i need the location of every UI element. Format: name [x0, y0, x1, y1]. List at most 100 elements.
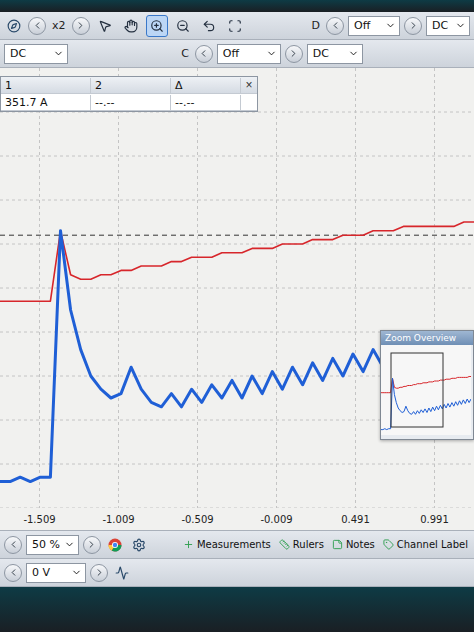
axis-tick: -0.009 [237, 514, 316, 525]
bottom-tab[interactable]: Channel Label [381, 539, 470, 550]
ruler-icon [279, 539, 290, 550]
select-value: Off [223, 47, 239, 60]
overview-trace [381, 378, 471, 429]
right-arrow-button[interactable] [285, 45, 303, 63]
axis-tick: -1.509 [0, 514, 79, 525]
axis-tick: -0.509 [158, 514, 237, 525]
undo-icon [202, 19, 216, 33]
chevron-down-icon [455, 20, 466, 31]
right-arrow-button[interactable] [72, 17, 90, 35]
chevron-left-icon [198, 48, 209, 59]
select-value: DC [432, 19, 448, 32]
select-value: 0 V [32, 566, 50, 579]
left-arrow-button[interactable] [4, 564, 22, 582]
compass-icon [7, 19, 21, 33]
column-header: 1 [1, 78, 91, 93]
zoom-out-icon [176, 19, 190, 33]
range-select[interactable]: Off [217, 44, 281, 64]
left-arrow-button[interactable] [4, 536, 22, 554]
settings-icon [132, 538, 146, 552]
left-arrow-button[interactable] [326, 17, 344, 35]
zoom-factor: x2 [50, 19, 68, 32]
zoom-select[interactable]: 50 % [26, 535, 79, 555]
column-header: 2 [91, 78, 171, 93]
chevron-down-icon [64, 539, 75, 550]
signal-button[interactable] [112, 563, 132, 583]
compass-button[interactable] [4, 16, 24, 36]
coupling-select[interactable]: DC [426, 16, 470, 36]
right-arrow-button[interactable] [404, 17, 422, 35]
monitor-bezel [0, 0, 474, 12]
zoom-fit-tool[interactable] [224, 15, 246, 37]
chevron-left-icon [330, 20, 341, 31]
channel-label: D [310, 19, 322, 32]
coupling-select[interactable]: DC [307, 44, 363, 64]
zoom-window[interactable] [391, 353, 443, 427]
left-arrow-button[interactable] [195, 45, 213, 63]
chevron-left-icon [8, 567, 19, 578]
grid-line [0, 508, 474, 509]
scope-chart[interactable]: 12Δ×351.7 A--.----.-- Zoom Overview [0, 68, 474, 508]
bottom-toolbar: 50 % Measurements Rulers Notes Channel Label [0, 531, 474, 559]
right-arrow-button[interactable] [90, 564, 108, 582]
panel-title: Zoom Overview [381, 331, 473, 345]
monitor-bezel [0, 587, 474, 632]
settings-button[interactable] [129, 535, 149, 555]
plus-icon [183, 539, 194, 550]
axis-tick: -1.009 [79, 514, 158, 525]
axis-tick: 0.991 [395, 514, 474, 525]
zoom-in-tool[interactable] [146, 15, 168, 37]
grid-line [0, 156, 474, 157]
select-value: 50 % [32, 538, 60, 551]
left-arrow-button[interactable] [28, 17, 46, 35]
grid-line [39, 68, 40, 508]
bottom-tab[interactable]: Rulers [277, 539, 326, 550]
chevron-right-icon [288, 48, 299, 59]
browser-button[interactable] [105, 535, 125, 555]
chevron-down-icon [385, 20, 396, 31]
chevron-down-icon [348, 48, 359, 59]
browser-icon [108, 538, 122, 552]
zoom-in-icon [150, 19, 164, 33]
hand-icon [124, 19, 138, 33]
main-toolbar: x2 D Off DC [0, 12, 474, 40]
chevron-left-icon [32, 20, 43, 31]
table-cell: --.-- [171, 95, 241, 110]
table-header: 12Δ× [1, 77, 257, 94]
measurements-table: 12Δ×351.7 A--.----.-- [0, 76, 258, 112]
grid-line [118, 68, 119, 508]
bottom-tab[interactable]: Measurements [181, 539, 273, 550]
tab-label: Channel Label [397, 539, 468, 550]
channel-label: C [179, 47, 191, 60]
offset-select[interactable]: 0 V [26, 563, 86, 583]
grid-line [0, 200, 474, 201]
table-cell: --.-- [91, 95, 171, 110]
overview-chart [381, 345, 471, 435]
chevron-left-icon [8, 539, 19, 550]
zoom-overview-panel[interactable]: Zoom Overview [380, 330, 474, 440]
coupling-select[interactable]: DC [4, 44, 68, 64]
trigger-level-line [0, 235, 474, 236]
status-toolbar: 0 V [0, 559, 474, 587]
bottom-tab[interactable]: Notes [330, 539, 377, 550]
overview-trace [381, 377, 471, 393]
column-header: Δ [171, 78, 241, 93]
hand-tool[interactable] [120, 15, 142, 37]
chevron-right-icon [94, 567, 105, 578]
undo-tool[interactable] [198, 15, 220, 37]
pointer-icon [98, 19, 112, 33]
pointer-tool[interactable] [94, 15, 116, 37]
range-select[interactable]: Off [348, 16, 400, 36]
tab-label: Notes [346, 539, 375, 550]
grid-line [197, 68, 198, 508]
chevron-right-icon [86, 539, 97, 550]
waveform-chart [0, 68, 474, 508]
select-value: DC [313, 47, 329, 60]
zoom-out-tool[interactable] [172, 15, 194, 37]
channel-toolbar: DC C Off DC [0, 40, 474, 68]
chevron-down-icon [71, 567, 82, 578]
right-arrow-button[interactable] [83, 536, 101, 554]
waveform-trace [0, 222, 474, 301]
grid-line [0, 464, 474, 465]
close-button[interactable]: × [241, 79, 257, 91]
